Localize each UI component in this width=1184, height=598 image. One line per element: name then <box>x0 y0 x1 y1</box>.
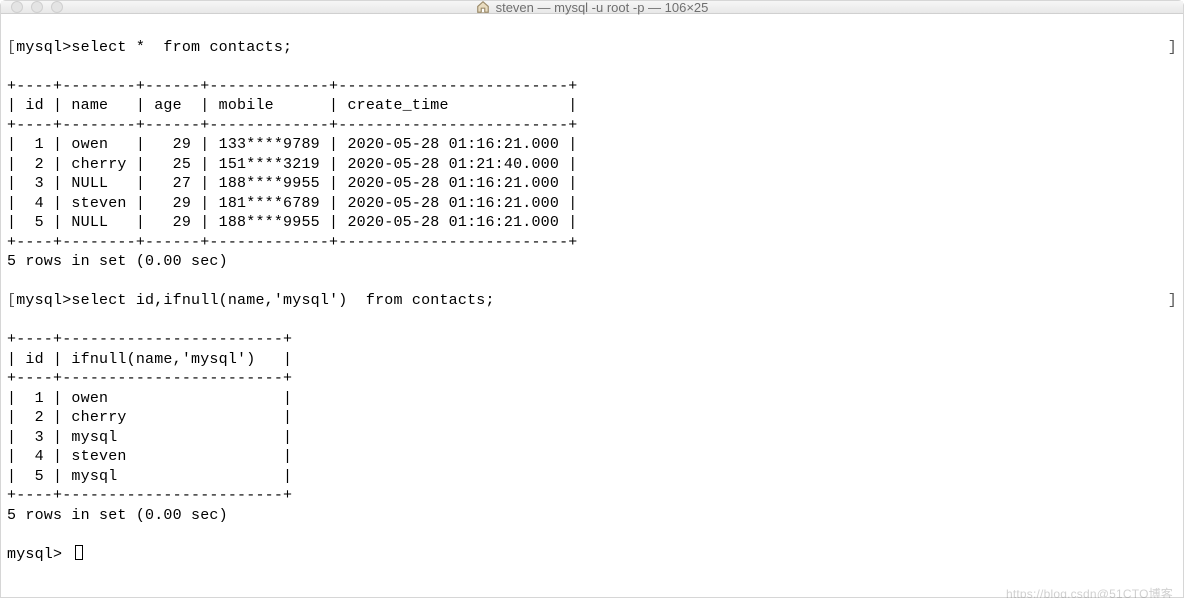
table2-row: | 1 | owen | <box>7 390 292 407</box>
table2-row: | 5 | mysql | <box>7 468 292 485</box>
window-title-text: steven — mysql -u root -p — 106×25 <box>496 0 709 15</box>
cursor[interactable] <box>75 545 83 560</box>
table1-header: | id | name | age | mobile | create_time… <box>7 97 578 114</box>
table2-header: | id | ifnull(name,'mysql') | <box>7 351 292 368</box>
terminal-body[interactable]: [mysql> select * from contacts;] +----+-… <box>1 14 1183 598</box>
prompt: mysql> <box>16 291 71 311</box>
table2-border-top: +----+------------------------+ <box>7 331 292 348</box>
prompt: mysql> <box>7 546 62 563</box>
sql-query-1: select * from contacts; <box>71 38 292 58</box>
window-title: steven — mysql -u root -p — 106×25 <box>1 0 1183 15</box>
home-icon <box>476 0 490 14</box>
table2-border-mid: +----+------------------------+ <box>7 370 292 387</box>
table1-row: | 2 | cherry | 25 | 151****3219 | 2020-0… <box>7 156 578 173</box>
table2-row: | 4 | steven | <box>7 448 292 465</box>
table1-border-top: +----+--------+------+-------------+----… <box>7 78 578 95</box>
table1-row: | 3 | NULL | 27 | 188****9955 | 2020-05-… <box>7 175 578 192</box>
table2-border-bottom: +----+------------------------+ <box>7 487 292 504</box>
left-bracket: [ <box>7 291 16 311</box>
titlebar[interactable]: steven — mysql -u root -p — 106×25 <box>1 1 1183 14</box>
table1-border-mid: +----+--------+------+-------------+----… <box>7 117 578 134</box>
terminal-window: steven — mysql -u root -p — 106×25 [mysq… <box>0 0 1184 598</box>
table2-footer: 5 rows in set (0.00 sec) <box>7 507 228 524</box>
close-button[interactable] <box>11 1 23 13</box>
table2-row: | 2 | cherry | <box>7 409 292 426</box>
minimize-button[interactable] <box>31 1 43 13</box>
right-bracket: ] <box>1168 38 1177 58</box>
zoom-button[interactable] <box>51 1 63 13</box>
table1-row: | 4 | steven | 29 | 181****6789 | 2020-0… <box>7 195 578 212</box>
left-bracket: [ <box>7 38 16 58</box>
watermark: https://blog.csdn@51CTO博客 <box>1006 587 1173 598</box>
table1-border-bottom: +----+--------+------+-------------+----… <box>7 234 578 251</box>
table2-row: | 3 | mysql | <box>7 429 292 446</box>
table1-row: | 1 | owen | 29 | 133****9789 | 2020-05-… <box>7 136 578 153</box>
right-bracket: ] <box>1168 291 1177 311</box>
table1-row: | 5 | NULL | 29 | 188****9955 | 2020-05-… <box>7 214 578 231</box>
sql-query-2: select id,ifnull(name,'mysql') from cont… <box>71 291 494 311</box>
table1-footer: 5 rows in set (0.00 sec) <box>7 253 228 270</box>
traffic-lights <box>11 1 63 13</box>
prompt: mysql> <box>16 38 71 58</box>
